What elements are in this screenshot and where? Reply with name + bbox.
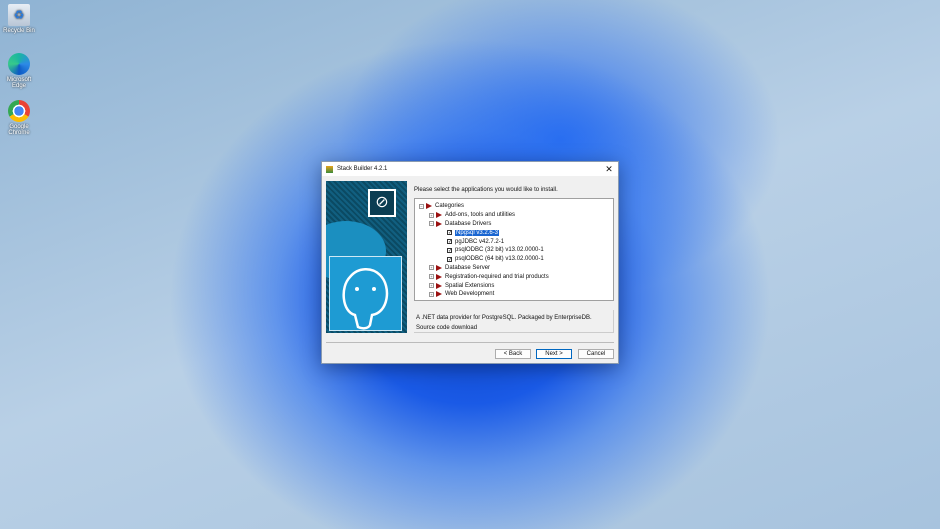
checkbox[interactable]: ✓ (447, 247, 452, 253)
instruction-text: Please select the applications you would… (414, 187, 558, 193)
stack-builder-dialog: Stack Builder 4.2.1 ✕ ⊘ Please select th… (321, 161, 619, 364)
tree-category[interactable]: + Add-ons, tools and utilities (419, 211, 609, 220)
checkbox[interactable]: ✓ (447, 256, 452, 262)
description-box[interactable]: A .NET data provider for PostgreSQL. Pac… (414, 310, 614, 333)
edge-icon (8, 53, 30, 75)
flag-icon (436, 212, 442, 219)
tree-category[interactable]: + Registration-required and trial product… (419, 272, 609, 281)
flag-icon (436, 220, 442, 227)
flag-icon (426, 203, 432, 210)
stackbuilder-logo-icon: ⊘ (368, 189, 396, 217)
collapse-icon[interactable]: − (429, 221, 434, 227)
desktop-icon-edge[interactable]: Microsoft Edge (0, 53, 38, 89)
expand-icon[interactable]: + (429, 283, 434, 289)
collapse-icon[interactable]: − (419, 203, 424, 209)
expand-icon[interactable]: + (429, 265, 434, 271)
tree-category[interactable]: + Spatial Extensions (419, 281, 609, 290)
title-bar: Stack Builder 4.2.1 ✕ (322, 162, 618, 176)
elephant-logo-icon (329, 256, 402, 331)
desktop-icon-chrome[interactable]: Google Chrome (0, 100, 38, 136)
dialog-title: Stack Builder 4.2.1 (337, 166, 388, 172)
app-icon (326, 165, 333, 173)
postgres-banner-image: ⊘ (326, 181, 407, 333)
close-button[interactable]: ✕ (600, 164, 618, 175)
checkbox[interactable]: ✓ (447, 230, 452, 236)
tree-item[interactable]: ✓ pgJDBC v42.7.2-1 (419, 237, 609, 246)
tree-item[interactable]: ✓ psqlODBC (64 bit) v13.02.0000-1 (419, 255, 609, 264)
recycle-bin-icon: ♻ (8, 4, 30, 26)
tree-root[interactable]: − Categories (419, 202, 609, 211)
flag-icon (436, 273, 442, 280)
flag-icon (436, 291, 442, 298)
tree-category[interactable]: + Web Development (419, 290, 609, 299)
next-button[interactable]: Next > (536, 349, 572, 359)
desktop-icon-recycle-bin[interactable]: ♻ Recycle Bin (0, 4, 38, 34)
flag-icon (436, 282, 442, 289)
chrome-icon (8, 100, 30, 122)
source-code-link[interactable]: Source code download (416, 323, 611, 332)
tree-item[interactable]: ✓ psqlODBC (32 bit) v13.02.0000-1 (419, 246, 609, 255)
checkbox[interactable]: ✓ (447, 239, 452, 245)
back-button[interactable]: < Back (495, 349, 531, 359)
expand-icon[interactable]: + (429, 212, 434, 218)
category-tree[interactable]: − Categories + Add-ons, tools and utilitie… (414, 198, 614, 301)
tree-category[interactable]: + Database Server (419, 264, 609, 273)
tree-category[interactable]: − Database Drivers (419, 220, 609, 229)
expand-icon[interactable]: + (429, 274, 434, 280)
expand-icon[interactable]: + (429, 291, 434, 297)
flag-icon (436, 264, 442, 271)
cancel-button[interactable]: Cancel (578, 349, 614, 359)
divider (326, 342, 614, 343)
tree-item[interactable]: ✓ Npgsql v3.2.6-3 (419, 228, 609, 237)
